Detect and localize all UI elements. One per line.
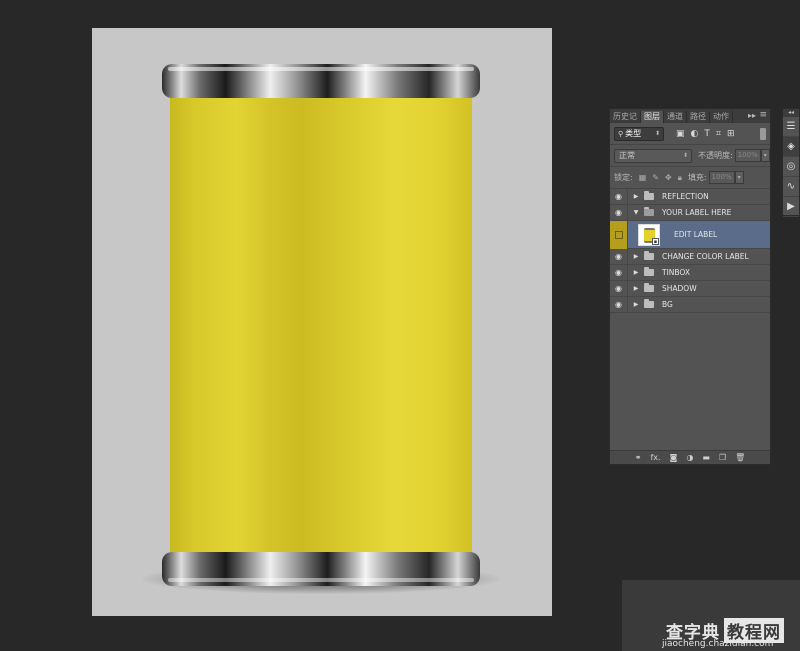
lock-all-icon[interactable]: 🔒︎ xyxy=(678,173,682,183)
layers-panel: 历史记 图层 通道 路径 动作 ▸▸ ≡ ⚲ 类型 ⬍ ▣ ◐ T ⌗ ⊞ 正常… xyxy=(609,108,771,465)
smart-object-badge-icon: ▪ xyxy=(652,237,659,245)
document-canvas[interactable] xyxy=(92,28,552,616)
chevron-down-icon[interactable]: ▾ xyxy=(734,171,744,184)
double-arrow-right-icon[interactable]: ▸▸ xyxy=(748,111,756,120)
filter-toggle[interactable] xyxy=(760,128,766,140)
fx-icon[interactable]: fx. xyxy=(650,453,660,462)
eye-icon[interactable]: ◉ xyxy=(610,248,628,265)
layer-edit-label[interactable]: ▪ EDIT LABEL xyxy=(610,220,770,249)
tab-layers[interactable]: 图层 xyxy=(641,111,664,123)
smart-object-filter-icon[interactable]: ⊞ xyxy=(727,129,735,139)
image-filter-icon[interactable]: ▣ xyxy=(676,129,685,139)
layer-list: ◉ ▶ REFLECTION ◉ ▼ YOUR LABEL HERE ▪ EDI… xyxy=(610,188,770,445)
layers-panel-icon[interactable]: ◈ xyxy=(783,137,799,157)
select-arrows-icon: ⬍ xyxy=(654,130,660,137)
layer-bg[interactable]: ◉ ▶ BG xyxy=(610,296,770,313)
triangle-collapsed-icon[interactable]: ▶ xyxy=(631,269,641,276)
layers-footer: ⚭ fx. ◙ ◑ ▬ ❐ 🗑︎ xyxy=(610,450,770,464)
tab-actions[interactable]: 动作 xyxy=(710,111,733,123)
eye-icon[interactable]: ◉ xyxy=(610,264,628,281)
eye-icon[interactable]: ◉ xyxy=(610,296,628,313)
mask-icon[interactable]: ◙ xyxy=(670,453,678,462)
can-top-rim xyxy=(162,64,480,98)
folder-icon xyxy=(644,191,654,200)
tab-channels[interactable]: 通道 xyxy=(664,111,687,123)
lock-position-icon[interactable]: ✥ xyxy=(665,173,672,183)
new-layer-icon[interactable]: ❐ xyxy=(719,453,726,462)
layer-your-label-here[interactable]: ◉ ▼ YOUR LABEL HERE xyxy=(610,204,770,221)
layer-name: EDIT LABEL xyxy=(674,230,718,239)
folder-icon xyxy=(644,251,654,260)
lock-label: 锁定: xyxy=(614,173,633,182)
layer-name: TINBOX xyxy=(662,268,690,277)
panel-menu-icon[interactable]: ≡ xyxy=(759,110,767,120)
watermark-url: jiaocheng.chazidian.com xyxy=(662,639,774,649)
collapse-arrows-icon[interactable]: ◂◂ xyxy=(783,109,799,117)
tab-history[interactable]: 历史记 xyxy=(610,111,641,123)
layer-reflection[interactable]: ◉ ▶ REFLECTION xyxy=(610,188,770,205)
fill-field[interactable]: 100% xyxy=(708,171,735,184)
triangle-expanded-icon[interactable]: ▼ xyxy=(631,209,641,216)
tin-can-mockup xyxy=(142,64,500,594)
smart-object-thumbnail: ▪ xyxy=(638,223,660,246)
kind-filter-value: 类型 xyxy=(625,129,642,138)
opacity-field[interactable]: 100% xyxy=(734,149,761,162)
actions-icon[interactable]: ▶ xyxy=(783,197,799,217)
layer-shadow[interactable]: ◉ ▶ SHADOW xyxy=(610,280,770,297)
triangle-collapsed-icon[interactable]: ▶ xyxy=(631,193,641,200)
link-layers-icon[interactable]: ⚭ xyxy=(635,453,642,462)
folder-open-icon xyxy=(644,207,654,216)
lock-pixels-icon[interactable]: ✎ xyxy=(652,173,659,183)
blend-mode-value: 正常 xyxy=(619,151,635,160)
search-icon: ⚲ xyxy=(618,129,624,138)
triangle-collapsed-icon[interactable]: ▶ xyxy=(631,285,641,292)
triangle-collapsed-icon[interactable]: ▶ xyxy=(631,253,641,260)
lock-transparency-icon[interactable]: ▦ xyxy=(639,173,647,183)
channels-icon[interactable]: ◎ xyxy=(783,157,799,177)
eye-icon[interactable]: ◉ xyxy=(610,204,628,221)
layer-name: YOUR LABEL HERE xyxy=(662,208,732,217)
watermark: 查字典 教程网 jiaocheng.chazidian.com xyxy=(622,580,800,651)
shape-filter-icon[interactable]: ⌗ xyxy=(716,129,721,139)
eye-icon[interactable]: ◉ xyxy=(610,188,628,205)
adjustment-layer-icon[interactable]: ◑ xyxy=(686,453,693,462)
lock-row: 锁定: ▦ ✎ ✥ 🔒︎ 填充: 100% ▾ xyxy=(610,167,770,189)
new-group-icon[interactable]: ▬ xyxy=(702,453,710,462)
hidden-eye-icon xyxy=(614,230,623,239)
blend-row: 正常 ⬍ 不透明度: 100% ▾ xyxy=(610,145,770,167)
select-arrows-icon: ⬍ xyxy=(682,152,688,159)
layer-name: BG xyxy=(662,300,673,309)
chevron-down-icon[interactable]: ▾ xyxy=(760,149,770,162)
layer-change-color-label[interactable]: ◉ ▶ CHANGE COLOR LABEL xyxy=(610,248,770,265)
triangle-collapsed-icon[interactable]: ▶ xyxy=(631,301,641,308)
lock-icons: ▦ ✎ ✥ 🔒︎ xyxy=(639,173,682,183)
type-filter-icon[interactable]: T xyxy=(704,129,710,139)
fill-label: 填充: xyxy=(687,173,707,182)
paths-icon[interactable]: ∿ xyxy=(783,177,799,197)
filter-row: ⚲ 类型 ⬍ ▣ ◐ T ⌗ ⊞ xyxy=(610,123,770,145)
layer-name: SHADOW xyxy=(662,284,697,293)
can-label-yellow xyxy=(170,92,472,554)
folder-icon xyxy=(644,267,654,276)
folder-icon xyxy=(644,283,654,292)
can-bottom-rim xyxy=(162,552,480,586)
layer-name: CHANGE COLOR LABEL xyxy=(662,252,749,261)
visibility-toggle-off[interactable] xyxy=(610,220,628,249)
layer-tinbox[interactable]: ◉ ▶ TINBOX xyxy=(610,264,770,281)
layer-name: REFLECTION xyxy=(662,192,709,201)
opacity-label: 不透明度: xyxy=(698,151,733,160)
adjustment-filter-icon[interactable]: ◐ xyxy=(691,129,699,139)
folder-icon xyxy=(644,299,654,308)
eye-icon[interactable]: ◉ xyxy=(610,280,628,297)
collapsed-panel-strip: ◂◂ ☰ ◈ ◎ ∿ ▶ xyxy=(782,108,800,217)
blend-mode-select[interactable]: 正常 ⬍ xyxy=(614,148,692,163)
kind-filter-select[interactable]: ⚲ 类型 ⬍ xyxy=(614,126,664,141)
panel-tabs: 历史记 图层 通道 路径 动作 ▸▸ ≡ xyxy=(610,109,770,123)
delete-icon[interactable]: 🗑︎ xyxy=(735,453,745,462)
tab-paths[interactable]: 路径 xyxy=(687,111,710,123)
filter-icons: ▣ ◐ T ⌗ ⊞ xyxy=(676,129,735,139)
properties-icon[interactable]: ☰ xyxy=(783,117,799,137)
